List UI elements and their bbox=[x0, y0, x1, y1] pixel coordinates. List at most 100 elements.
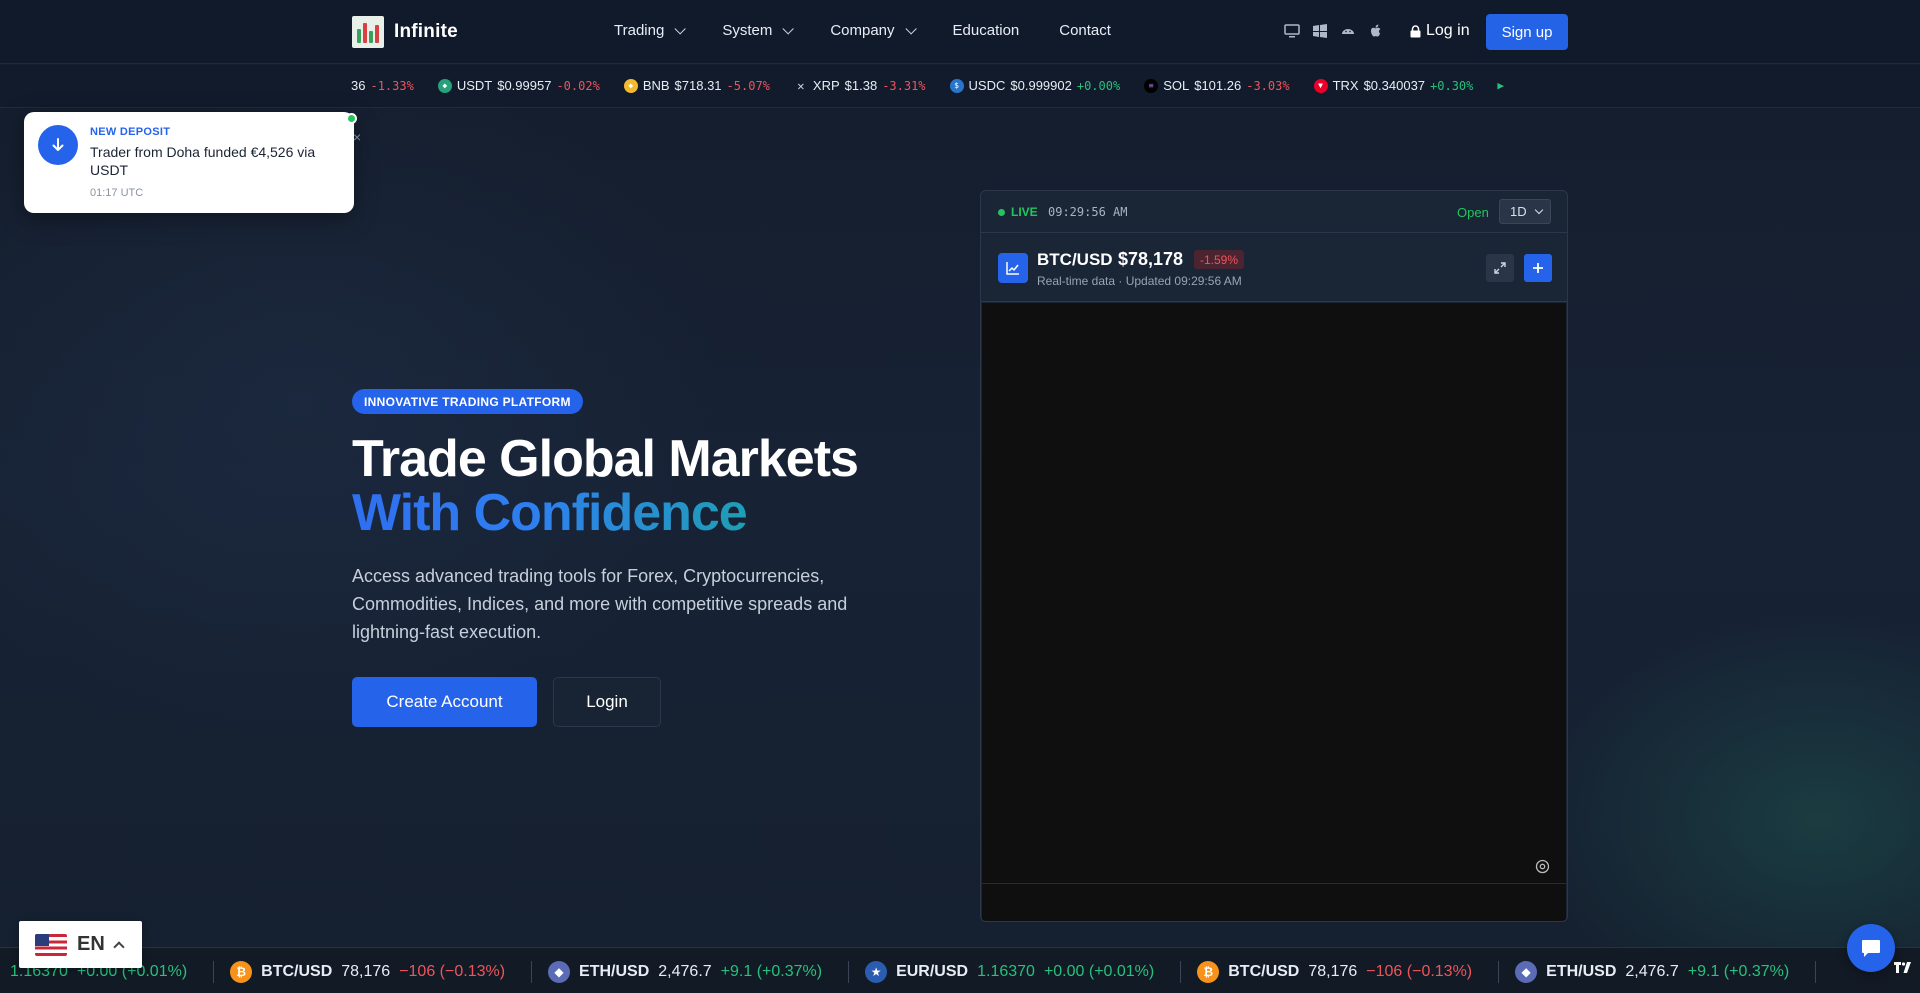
sol-icon: ≡ bbox=[1144, 78, 1159, 93]
ticker-change: −106 (−0.13%) bbox=[399, 963, 506, 980]
eur-usd-flag-icon: ★ bbox=[865, 961, 888, 983]
lock-icon bbox=[1410, 24, 1421, 37]
ticker-item[interactable]: ✕ XRP $1.38 -3.31% bbox=[794, 78, 926, 93]
main-nav: Trading System Company Education Contact bbox=[614, 22, 1151, 39]
nav-system[interactable]: System bbox=[722, 22, 795, 39]
ticker-item[interactable]: ▶ bbox=[1497, 78, 1504, 93]
ticker-item[interactable]: ₿ BTC/USD 78,176 −106 (−0.13%) bbox=[214, 961, 533, 983]
ticker-item[interactable]: ◆ USDT $0.99957 -0.02% bbox=[437, 78, 600, 93]
chevron-up-icon bbox=[113, 941, 125, 953]
notification-time: 01:17 UTC bbox=[90, 187, 144, 199]
trx-icon: ▼ bbox=[1313, 78, 1328, 93]
desktop-icon[interactable] bbox=[1284, 23, 1300, 39]
ticker-symbol: SOL bbox=[1163, 78, 1190, 93]
ticker-item[interactable]: ▼ TRX $0.340037 +0.30% bbox=[1313, 78, 1474, 93]
live-time: 09:29:56 AM bbox=[1048, 205, 1128, 219]
nav-contact-label: Contact bbox=[1059, 22, 1111, 39]
market-ticker-bottom[interactable]: 1.16370 +0.00 (+0.01%) ₿ BTC/USD 78,176 … bbox=[0, 947, 1920, 993]
chevron-down-icon bbox=[674, 22, 687, 35]
apple-icon[interactable] bbox=[1368, 23, 1384, 39]
nav-trading-label: Trading bbox=[614, 22, 665, 39]
ticker-item[interactable]: ◆ ETH/USD 2,476.7 +9.1 (+0.37%) bbox=[532, 961, 850, 983]
close-icon[interactable]: × bbox=[353, 129, 361, 145]
ticker-item[interactable]: ◆ BNB $718.31 -5.07% bbox=[623, 78, 770, 93]
play-icon: ▶ bbox=[1497, 79, 1505, 92]
create-account-button[interactable]: Create Account bbox=[352, 677, 537, 727]
eth-icon: ◆ bbox=[548, 961, 571, 983]
online-indicator bbox=[346, 113, 357, 124]
pair-symbol: BTC/USD bbox=[1037, 250, 1113, 269]
nav-education[interactable]: Education bbox=[953, 22, 1020, 39]
crypto-ticker-top[interactable]: 36 -1.33% ◆ USDT $0.99957 -0.02% ◆ BNB $… bbox=[0, 65, 1920, 108]
ticker-symbol: TRX bbox=[1332, 78, 1359, 93]
chat-button[interactable] bbox=[1847, 924, 1895, 972]
chevron-down-icon bbox=[1534, 205, 1544, 215]
price-chart-widget: LIVE 09:29:56 AM Open 1D BTC/USD $78,178… bbox=[980, 190, 1568, 922]
login-label: Log in bbox=[1426, 22, 1470, 39]
us-flag-icon bbox=[35, 933, 67, 956]
timeframe-select[interactable]: 1D bbox=[1499, 199, 1551, 224]
hero-badge: INNOVATIVE TRADING PLATFORM bbox=[352, 389, 583, 414]
expand-button[interactable] bbox=[1486, 254, 1514, 282]
ticker-price: 1.16370 bbox=[977, 963, 1035, 980]
widget-status-bar: LIVE 09:29:56 AM Open 1D bbox=[981, 191, 1567, 233]
ticker-change: +0.30% bbox=[1430, 78, 1474, 93]
ticker-price: 2,476.7 bbox=[658, 963, 712, 980]
chart-canvas[interactable] bbox=[982, 303, 1566, 883]
nav-company[interactable]: Company bbox=[830, 22, 917, 39]
brand-name: Infinite bbox=[394, 21, 458, 42]
ticker-item[interactable]: ≡ SOL $101.26 -3.03% bbox=[1144, 78, 1290, 93]
update-info: Real-time data · Updated 09:29:56 AM bbox=[1037, 274, 1242, 288]
usdc-icon: $ bbox=[949, 78, 964, 93]
bnb-icon: ◆ bbox=[623, 78, 638, 93]
ticker-price: 78,176 bbox=[341, 963, 391, 980]
hero-description: Access advanced trading tools for Forex,… bbox=[352, 566, 848, 642]
ticker-symbol: BNB bbox=[642, 78, 670, 93]
nav-company-label: Company bbox=[830, 22, 895, 39]
chevron-down-icon bbox=[782, 22, 795, 35]
hero-title: Trade Global Markets bbox=[352, 430, 859, 488]
android-icon[interactable] bbox=[1340, 23, 1356, 39]
widget-header: BTC/USD $78,178 -1.59% Real-time data · … bbox=[981, 233, 1567, 302]
ticker-change: -1.33% bbox=[370, 78, 414, 93]
chart-settings-icon[interactable] bbox=[1535, 859, 1550, 879]
ticker-price: 2,476.7 bbox=[1625, 963, 1679, 980]
login-link[interactable]: Log in bbox=[1410, 22, 1470, 40]
ticker-item[interactable]: ₿ BTC/USD 78,176 −106 (−0.13%) bbox=[1181, 961, 1500, 983]
add-button[interactable] bbox=[1524, 254, 1552, 282]
chart-footer bbox=[982, 883, 1566, 921]
ticker-symbol: ETH/USD bbox=[579, 963, 650, 980]
ticker-price: $1.38 bbox=[844, 78, 878, 93]
ticker-change: −106 (−0.13%) bbox=[1366, 963, 1473, 980]
brand-logo[interactable]: Infinite bbox=[352, 16, 458, 48]
language-code: EN bbox=[77, 933, 105, 955]
platform-links bbox=[1284, 23, 1384, 39]
ticker-change: -3.31% bbox=[882, 78, 926, 93]
notification-title: NEW DEPOSIT bbox=[90, 126, 171, 138]
ticker-change: -5.07% bbox=[726, 78, 770, 93]
tradingview-logo-icon[interactable] bbox=[1893, 960, 1915, 982]
arrow-down-icon bbox=[38, 125, 78, 165]
login-button[interactable]: Login bbox=[553, 677, 661, 727]
ticker-item[interactable]: ◆ ETH/USD 2,476.7 +9.1 (+0.37%) bbox=[1499, 961, 1817, 983]
language-switcher[interactable]: EN bbox=[19, 921, 142, 968]
nav-system-label: System bbox=[722, 22, 773, 39]
windows-icon[interactable] bbox=[1312, 23, 1328, 39]
nav-trading[interactable]: Trading bbox=[614, 22, 687, 39]
ticker-price: 78,176 bbox=[1308, 963, 1358, 980]
ticker-symbol: BTC/USD bbox=[261, 963, 333, 980]
ticker-item[interactable]: ★ EUR/USD 1.16370 +0.00 (+0.01%) bbox=[849, 961, 1182, 983]
ticker-item[interactable]: 36 -1.33% bbox=[351, 78, 414, 93]
nav-contact[interactable]: Contact bbox=[1059, 22, 1111, 39]
ticker-symbol: BTC/USD bbox=[1228, 963, 1300, 980]
ticker-item[interactable]: $ USDC $0.999902 +0.00% bbox=[949, 78, 1120, 93]
nav-education-label: Education bbox=[952, 22, 1020, 39]
chevron-down-icon bbox=[904, 22, 917, 35]
ticker-price: 36 bbox=[351, 78, 366, 93]
expand-icon bbox=[1494, 262, 1506, 274]
signup-button[interactable]: Sign up bbox=[1486, 14, 1568, 50]
btc-icon: ₿ bbox=[1197, 961, 1220, 983]
notification-message: Trader from Doha funded €4,526 via USDT bbox=[90, 144, 316, 178]
xrp-icon: ✕ bbox=[797, 78, 805, 93]
eth-icon: ◆ bbox=[1515, 961, 1538, 983]
